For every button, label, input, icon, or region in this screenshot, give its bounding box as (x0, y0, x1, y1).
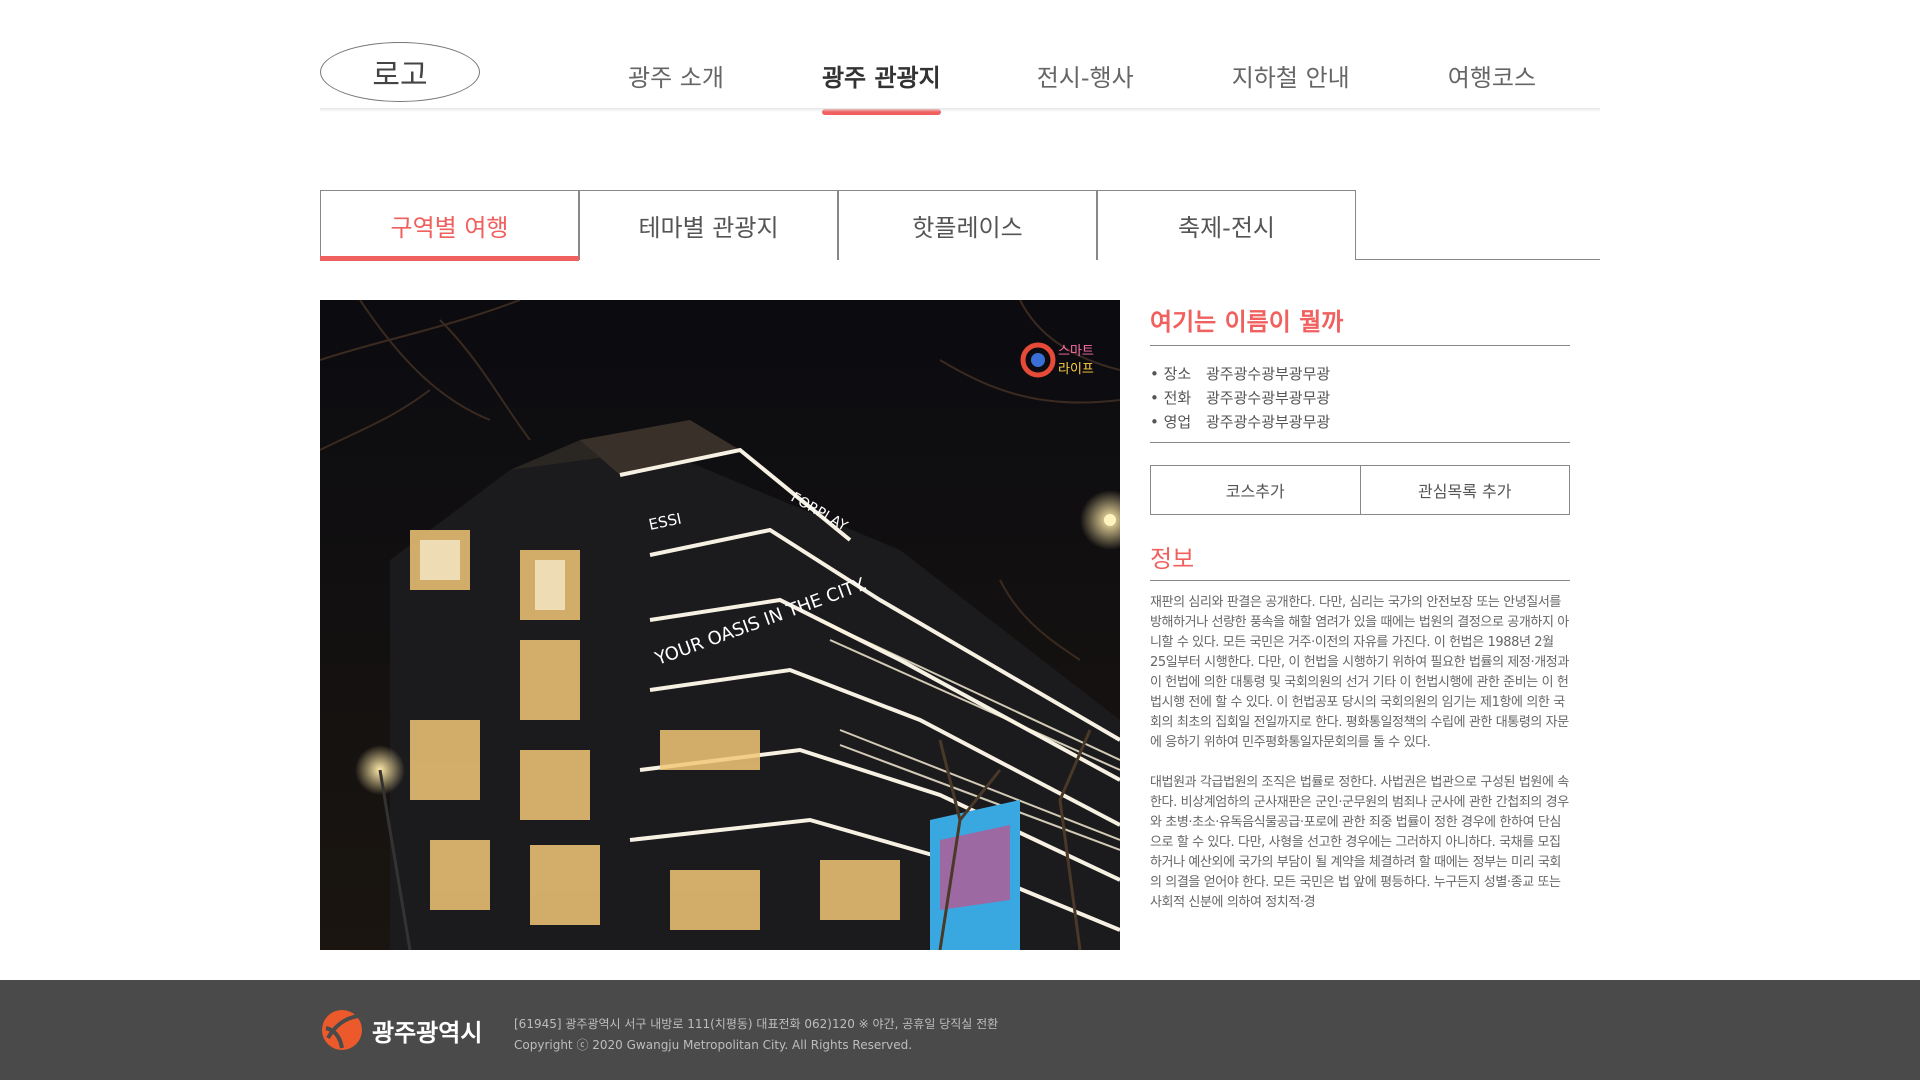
meta-key: • 장소 (1150, 365, 1192, 383)
add-favorite-button[interactable]: 관심목록 추가 (1359, 466, 1570, 514)
footer-logo[interactable]: 광주광역시 (320, 1008, 482, 1052)
footer-copyright: Copyright ⓒ 2020 Gwangju Metropolitan Ci… (514, 1038, 913, 1052)
info-paragraph: 재판의 심리와 판결은 공개한다. 다만, 심리는 국가의 안전보장 또는 안녕… (1150, 595, 1569, 750)
tab-hot-places[interactable]: 핫플레이스 (838, 190, 1097, 260)
footer-info: [61945] 광주광역시 서구 내방로 111(치평동) 대표전화 062)1… (514, 1014, 998, 1056)
place-meta: • 장소 광주광수광부광무광 • 전화 광주광수광부광무광 • 영업 광주광수광… (1150, 362, 1570, 443)
meta-key: • 전화 (1150, 389, 1192, 407)
place-photo: ESSI YOUR OASIS IN THE CITY. FORPLAY 스마트… (320, 300, 1120, 950)
tab-by-district[interactable]: 구역별 여행 (320, 190, 579, 261)
place-info-panel: 여기는 이름이 뭘까 • 장소 광주광수광부광무광 • 전화 광주광수광부광무광… (1150, 300, 1570, 935)
meta-row-hours: • 영업 광주광수광부광무광 (1150, 410, 1570, 434)
header-divider (320, 108, 1600, 112)
meta-value: 광주광수광부광무광 (1206, 389, 1331, 407)
meta-value: 광주광수광부광무광 (1206, 413, 1331, 431)
site-logo[interactable]: 로고 (320, 42, 480, 102)
site-header: 로고 광주 소개 광주 관광지 전시-행사 지하철 안내 여행코스 (320, 0, 1600, 115)
info-paragraph: 대법원과 각급법원의 조직은 법률로 정한다. 사법권은 법관으로 구성된 법원… (1150, 775, 1569, 910)
meta-value: 광주광수광부광무광 (1206, 365, 1331, 383)
meta-row-phone: • 전화 광주광수광부광무광 (1150, 386, 1570, 410)
main-nav: 광주 소개 광주 관광지 전시-행사 지하철 안내 여행코스 (628, 58, 1634, 115)
place-title: 여기는 이름이 뭘까 (1150, 300, 1570, 346)
meta-row-location: • 장소 광주광수광부광무광 (1150, 362, 1570, 386)
footer-address: [61945] 광주광역시 서구 내방로 111(치평동) 대표전화 062)1… (514, 1017, 999, 1031)
gwangju-symbol-icon (322, 1010, 362, 1050)
footer-logo-name: 광주광역시 (372, 1018, 483, 1047)
add-course-button[interactable]: 코스추가 (1151, 466, 1360, 514)
sub-tabs: 구역별 여행 테마별 관광지 핫플레이스 축제-전시 (320, 190, 1600, 261)
nav-item-intro[interactable]: 광주 소개 (628, 58, 724, 115)
nav-item-exhibitions[interactable]: 전시-행사 (1037, 58, 1134, 115)
nav-item-attractions[interactable]: 광주 관광지 (821, 58, 941, 115)
svg-text:스마트: 스마트 (1058, 344, 1094, 359)
nav-item-subway[interactable]: 지하철 안내 (1232, 58, 1350, 115)
tab-festivals[interactable]: 축제-전시 (1097, 190, 1356, 260)
action-buttons: 코스추가 관심목록 추가 (1150, 465, 1570, 515)
site-footer: 광주광역시 [61945] 광주광역시 서구 내방로 111(치평동) 대표전화… (0, 980, 1920, 1080)
info-heading: 정보 (1150, 539, 1570, 581)
tab-by-theme[interactable]: 테마별 관광지 (579, 190, 838, 260)
meta-key: • 영업 (1150, 413, 1192, 431)
info-description: 재판의 심리와 판결은 공개한다. 다만, 심리는 국가의 안전보장 또는 안녕… (1150, 593, 1570, 935)
svg-text:라이프: 라이프 (1058, 362, 1094, 377)
nav-item-courses[interactable]: 여행코스 (1448, 58, 1536, 115)
